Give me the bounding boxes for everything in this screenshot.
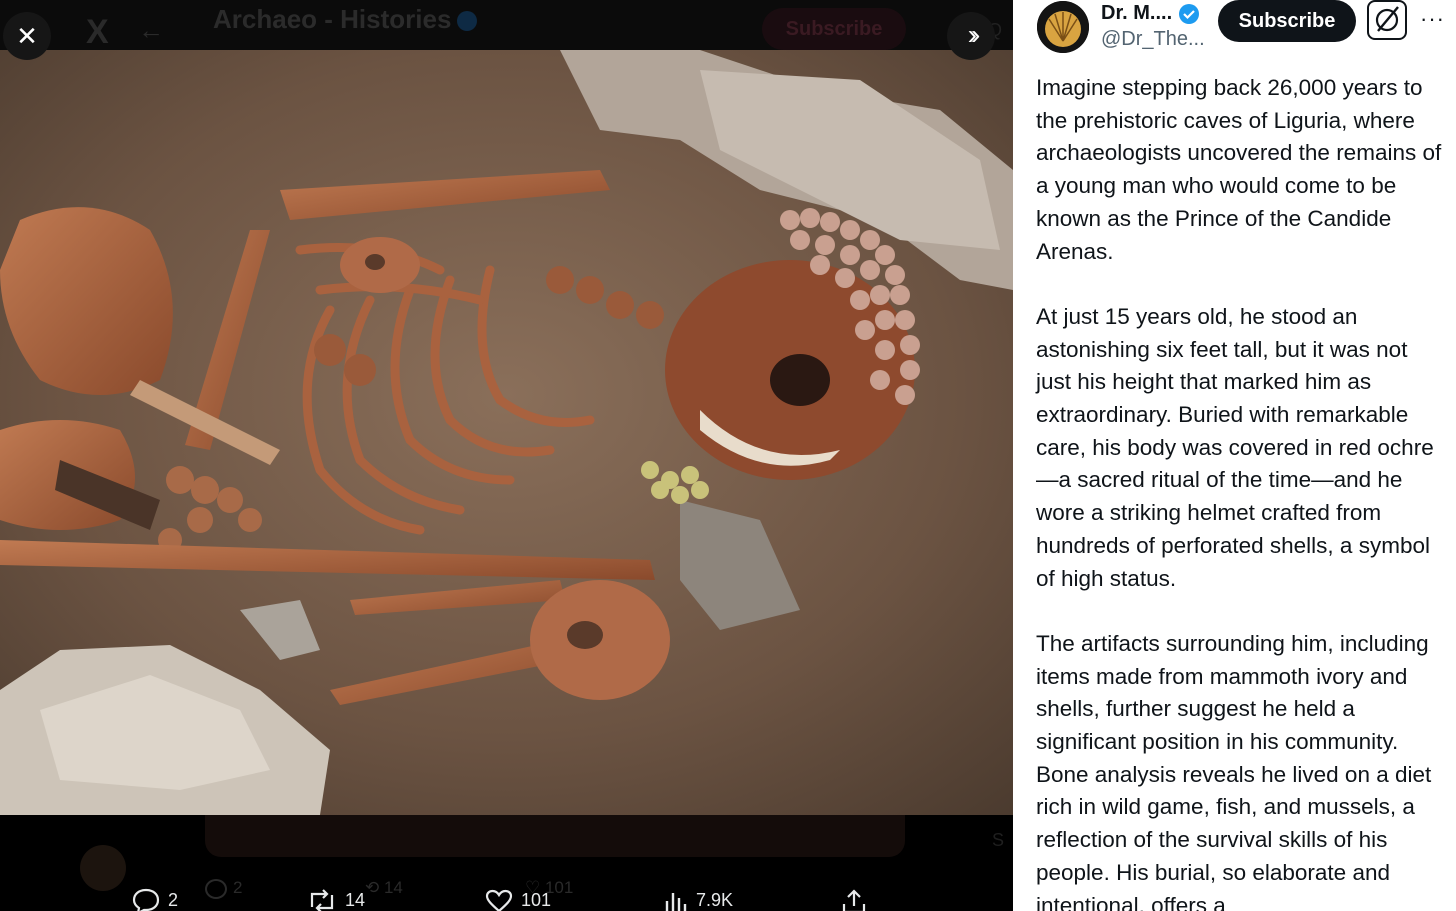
back-arrow-icon: ← (138, 15, 164, 45)
analytics-icon (665, 893, 687, 911)
author-avatar[interactable] (1037, 1, 1089, 53)
repost-icon (310, 889, 334, 911)
repost-button[interactable]: 14 (307, 882, 365, 911)
author-name[interactable]: Dr. M.... (1101, 2, 1200, 25)
post-paragraph-2: At just 15 years old, he stood an astoni… (1036, 303, 1434, 591)
heart-icon (485, 890, 513, 911)
close-viewer-button[interactable]: ✕ (3, 12, 51, 60)
skeleton-burial-image (0, 50, 1013, 815)
author-handle[interactable]: @Dr_The... (1101, 28, 1205, 51)
background-card (205, 815, 905, 857)
view-count: 7.9K (696, 890, 734, 910)
like-button[interactable]: 101 (485, 882, 551, 911)
reply-icon (132, 889, 160, 911)
background-repost-count: ⟲ 14 (365, 878, 403, 897)
post-paragraph-3: The artifacts surrounding him, including… (1036, 630, 1432, 911)
close-icon: ✕ (16, 21, 38, 51)
avatar-image (1037, 1, 1089, 53)
background-text-fragment: S (992, 830, 1005, 850)
share-icon (842, 889, 866, 911)
views-button[interactable]: 7.9K (664, 882, 733, 911)
background-subscribe-button: Subscribe (762, 8, 906, 50)
subscribe-button[interactable]: Subscribe (1218, 0, 1356, 42)
post-text: Imagine stepping back 26,000 years to th… (1036, 72, 1446, 911)
background-reply-count: 2 (205, 878, 242, 899)
author-name-text: Dr. M.... (1101, 2, 1173, 24)
post-panel: Dr. M.... @Dr_The... Subscribe ··· Imagi… (1013, 0, 1456, 911)
share-button[interactable] (841, 882, 875, 911)
background-reply-count-text: 2 (233, 878, 243, 897)
background-repost-count-text: 14 (383, 878, 403, 897)
more-options-icon[interactable]: ··· (1420, 6, 1445, 32)
x-logo-icon: X (86, 13, 109, 51)
post-paragraph-1: Imagine stepping back 26,000 years to th… (1036, 75, 1442, 264)
background-avatar (80, 845, 126, 891)
reply-button[interactable]: 2 (132, 882, 178, 911)
verified-icon (1179, 3, 1200, 24)
background-verified-icon (457, 11, 478, 32)
double-chevron-right-icon: ›› (967, 19, 980, 50)
reply-count: 2 (168, 890, 179, 910)
background-title-text: Archaeo - Histories (213, 4, 452, 34)
grok-icon (1375, 6, 1399, 32)
like-count: 101 (521, 890, 552, 910)
post-photo[interactable] (0, 50, 1013, 815)
background-header: X ← Archaeo - Histories Subscribe Q (0, 0, 1013, 50)
background-page-title: Archaeo - Histories (213, 4, 478, 35)
grok-button[interactable] (1367, 0, 1407, 40)
media-viewer: X ← Archaeo - Histories Subscribe Q ✕ ››… (0, 0, 1013, 911)
expand-panel-button[interactable]: ›› (947, 12, 995, 60)
repost-count: 14 (345, 890, 366, 910)
